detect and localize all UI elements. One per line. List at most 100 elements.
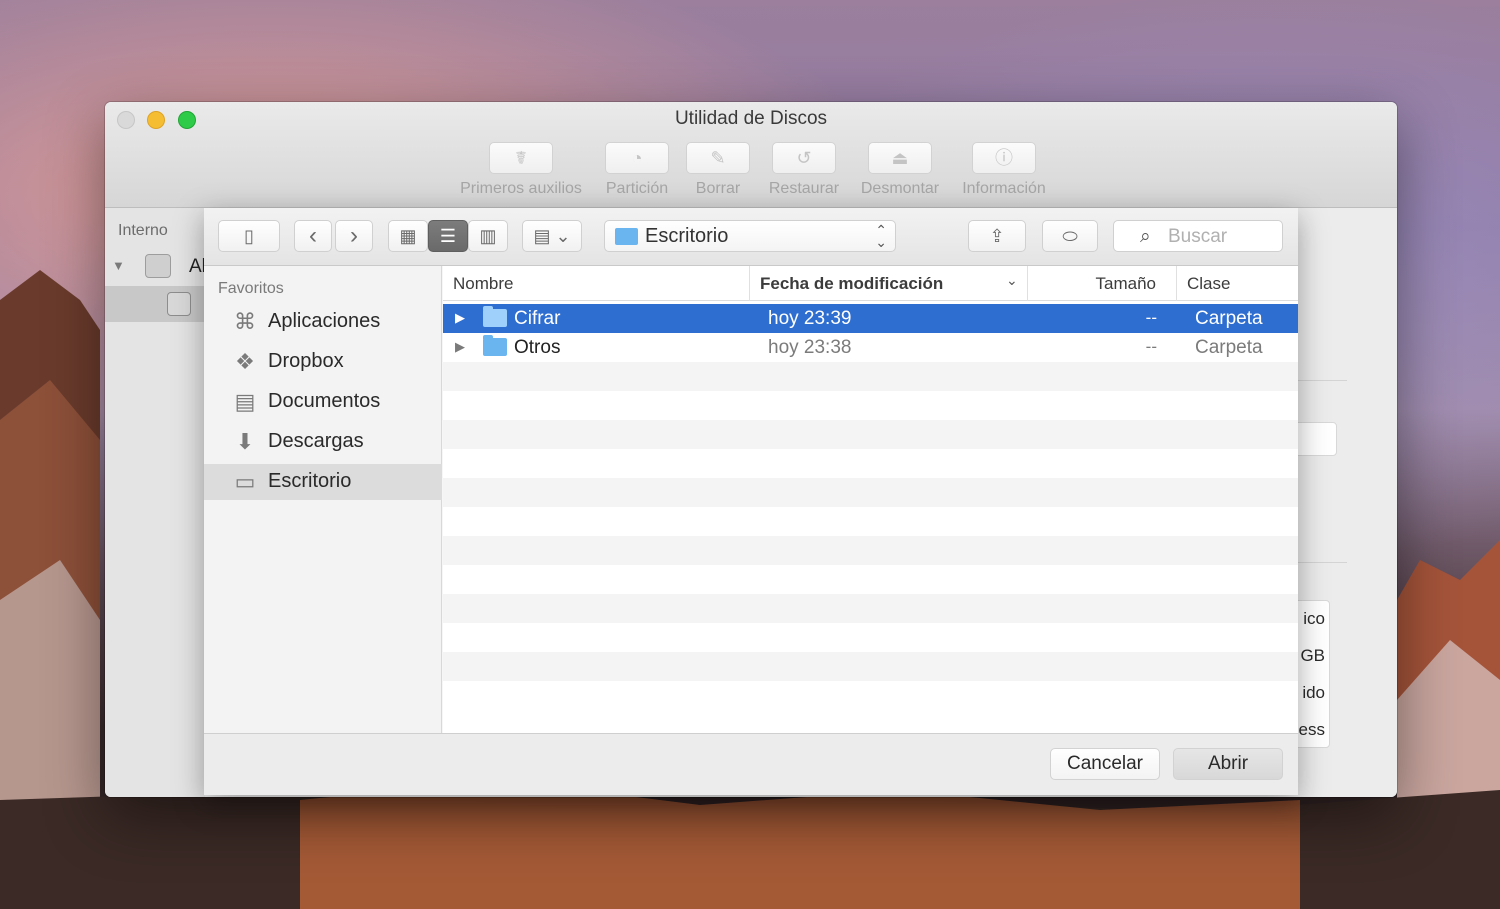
empty-row [443, 420, 1298, 449]
file-row[interactable]: ▶ Cifrar hoy 23:39 -- Carpeta [443, 304, 1298, 333]
unmount-label: Desmontar [860, 180, 940, 197]
sidebar-item-applications[interactable]: ⌘ Aplicaciones [204, 304, 442, 340]
eject-icon: ⏏ [868, 142, 932, 174]
sidebar-item-desktop[interactable]: ▭ Escritorio [204, 464, 442, 500]
column-name[interactable]: Nombre [443, 266, 750, 301]
window-titlebar: Utilidad de Discos ☤ Primeros auxilios ◔… [105, 102, 1397, 208]
empty-row [443, 623, 1298, 652]
popup-arrows-icon: ⌃ ⌄ [875, 222, 887, 250]
location-popup[interactable]: Escritorio ⌃ ⌄ [604, 220, 896, 252]
forward-chevron-icon[interactable]: › [335, 220, 373, 252]
pie-chart-icon: ◔ [605, 142, 669, 174]
volume-icon [167, 292, 191, 316]
group-by-icon[interactable]: ▤ ⌄ [522, 220, 582, 252]
partition-button[interactable]: ◔ Partición [597, 142, 677, 198]
downloads-icon: ⬇ [235, 429, 255, 454]
sidebar-item-downloads[interactable]: ⬇ Descargas [204, 424, 442, 460]
applications-icon: ⌘ [234, 309, 256, 334]
disclosure-triangle-icon[interactable]: ▼ [112, 258, 125, 273]
info-value: ess [1298, 720, 1325, 739]
empty-row [443, 449, 1298, 478]
info-value: ido [1302, 683, 1325, 702]
sidebar-item-label: Dropbox [268, 350, 344, 372]
desktop-icon: ▭ [234, 469, 256, 494]
folder-icon [615, 228, 638, 245]
file-list: Nombre Fecha de modificación ⌄ Tamaño Cl… [443, 266, 1298, 733]
empty-row [443, 565, 1298, 594]
first-aid-button[interactable]: ☤ Primeros auxilios [451, 142, 591, 198]
empty-row [443, 594, 1298, 623]
tag-icon[interactable]: ⬭ [1042, 220, 1098, 252]
sidebar-toggle-icon[interactable]: ▯ [218, 220, 280, 252]
search-input[interactable]: ⌕ Buscar [1113, 220, 1283, 252]
dialog-footer: Cancelar Abrir [204, 733, 1298, 795]
dropbox-icon: ❖ [235, 349, 255, 374]
file-date: hoy 23:38 [768, 337, 852, 358]
empty-row [443, 507, 1298, 536]
file-name: Cifrar [514, 308, 561, 329]
column-view-icon[interactable]: ▥ [468, 220, 508, 252]
file-kind: Carpeta [1195, 308, 1263, 329]
dialog-toolbar: ▯ ‹ › ▦ ☰ ▥ ▤ ⌄ Escritorio ⌃ ⌄ ⇪ ⬭ ⌕ Busc… [204, 208, 1298, 266]
empty-row [443, 536, 1298, 565]
empty-row [443, 391, 1298, 420]
search-icon: ⌕ [1140, 226, 1151, 247]
back-chevron-icon[interactable]: ‹ [294, 220, 332, 252]
window-title: Utilidad de Discos [674, 108, 828, 129]
column-date[interactable]: Fecha de modificación [750, 266, 1028, 301]
column-header: Nombre Fecha de modificación ⌄ Tamaño Cl… [443, 266, 1298, 301]
sidebar-disk-item[interactable]: ▼ Al [105, 248, 206, 284]
info-label: Información [962, 180, 1046, 197]
cancel-button[interactable]: Cancelar [1050, 748, 1160, 780]
open-file-dialog: ▯ ‹ › ▦ ☰ ▥ ▤ ⌄ Escritorio ⌃ ⌄ ⇪ ⬭ ⌕ Busc… [204, 208, 1298, 795]
restore-label: Restaurar [768, 180, 840, 197]
location-label: Escritorio [645, 225, 729, 247]
folder-icon [483, 306, 507, 327]
hard-disk-icon [145, 254, 171, 278]
info-button[interactable]: ⓘ Información [953, 142, 1055, 198]
file-name: Otros [514, 337, 561, 358]
restore-button[interactable]: ↺ Restaurar [761, 142, 847, 198]
empty-row [443, 681, 1298, 710]
sort-chevron-icon: ⌄ [1006, 272, 1018, 288]
file-row[interactable]: ▶ Otros hoy 23:38 -- Carpeta [443, 333, 1298, 362]
partition-label: Partición [605, 180, 669, 197]
disclosure-triangle-icon[interactable]: ▶ [455, 310, 465, 326]
open-button[interactable]: Abrir [1173, 748, 1283, 780]
folder-icon [483, 335, 507, 356]
column-kind[interactable]: Clase [1177, 266, 1298, 301]
file-kind: Carpeta [1195, 337, 1263, 358]
file-date: hoy 23:39 [768, 308, 852, 329]
file-rows: ▶ Cifrar hoy 23:39 -- Carpeta ▶ Otros ho… [443, 304, 1298, 710]
sidebar-item-label: Documentos [268, 390, 381, 412]
first-aid-label: Primeros auxilios [460, 180, 582, 197]
sidebar-heading-internal: Interno [118, 222, 168, 239]
empty-row [443, 362, 1298, 391]
sidebar-item-label: Escritorio [268, 470, 352, 492]
file-size: -- [1145, 308, 1157, 327]
restore-icon: ↺ [772, 142, 836, 174]
disk-sidebar: Interno ▼ Al [105, 208, 206, 797]
list-view-icon[interactable]: ☰ [428, 220, 468, 252]
favorites-sidebar: Favoritos ⌘ Aplicaciones ❖ Dropbox ▤ Doc… [204, 266, 442, 733]
sidebar-item-documents[interactable]: ▤ Documentos [204, 384, 442, 420]
disclosure-triangle-icon[interactable]: ▶ [455, 339, 465, 355]
erase-button[interactable]: ✎ Borrar [683, 142, 753, 198]
info-icon: ⓘ [972, 142, 1036, 174]
sidebar-volume-item[interactable] [105, 286, 205, 322]
search-placeholder: Buscar [1168, 226, 1228, 247]
sidebar-item-label: Descargas [268, 430, 364, 452]
empty-row [443, 478, 1298, 507]
sidebar-item-label: Aplicaciones [268, 310, 381, 332]
unmount-button[interactable]: ⏏ Desmontar [853, 142, 947, 198]
info-value: GB [1300, 646, 1325, 665]
sidebar-heading-favorites: Favoritos [218, 280, 284, 297]
sidebar-item-dropbox[interactable]: ❖ Dropbox [204, 344, 442, 380]
file-size: -- [1145, 337, 1157, 356]
documents-icon: ▤ [234, 389, 256, 414]
stethoscope-icon: ☤ [489, 142, 553, 174]
column-size[interactable]: Tamaño [1028, 266, 1177, 301]
icon-view-icon[interactable]: ▦ [388, 220, 428, 252]
share-icon[interactable]: ⇪ [968, 220, 1026, 252]
info-value: ico [1303, 609, 1325, 628]
